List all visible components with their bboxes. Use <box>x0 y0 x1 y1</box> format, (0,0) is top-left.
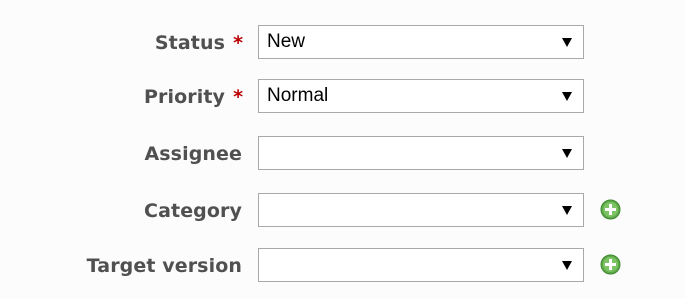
issue-attributes-form: Status * New Priority * Normal Assignee … <box>0 0 686 298</box>
assignee-label: Assignee <box>144 143 242 165</box>
status-select[interactable]: New <box>258 25 584 59</box>
category-row: Category <box>0 193 686 229</box>
category-label: Category <box>144 200 242 222</box>
triangle-down-icon <box>562 206 572 215</box>
status-row: Status * New <box>0 25 686 61</box>
add-category-icon[interactable] <box>600 199 621 220</box>
triangle-down-icon <box>562 38 572 47</box>
assignee-row: Assignee <box>0 136 686 172</box>
assignee-select[interactable] <box>258 136 584 170</box>
target-version-select[interactable] <box>258 248 584 282</box>
add-version-icon[interactable] <box>600 254 621 275</box>
triangle-down-icon <box>562 149 572 158</box>
priority-label: Priority <box>143 86 225 108</box>
priority-required-marker: * <box>233 86 243 108</box>
status-selected-value: New <box>267 31 306 52</box>
target-version-label: Target version <box>86 255 242 277</box>
triangle-down-icon <box>562 261 572 270</box>
category-select[interactable] <box>258 193 584 227</box>
triangle-down-icon <box>562 92 572 101</box>
target-version-row: Target version <box>0 248 686 284</box>
status-required-marker: * <box>233 32 243 54</box>
priority-select[interactable]: Normal <box>258 79 584 113</box>
status-label: Status <box>154 32 225 54</box>
priority-row: Priority * Normal <box>0 79 686 115</box>
priority-selected-value: Normal <box>267 85 329 106</box>
